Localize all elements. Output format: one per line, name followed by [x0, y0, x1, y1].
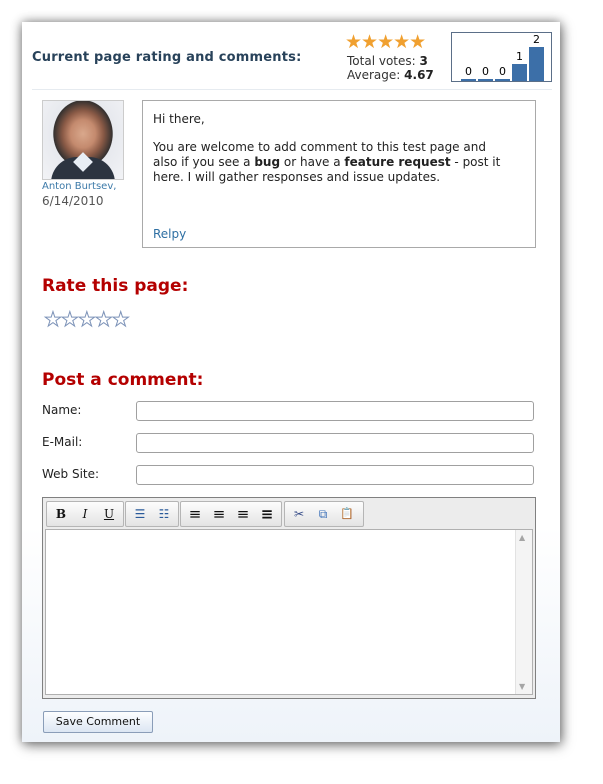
- website-field[interactable]: [136, 465, 534, 485]
- rating-header: Current page rating and comments: ★★★★★ …: [22, 22, 560, 90]
- bold-button[interactable]: B: [51, 505, 71, 523]
- align-left-icon[interactable]: ≡: [185, 505, 205, 523]
- align-group: ≡ ≡ ≡ ≡: [180, 501, 282, 527]
- underline-button[interactable]: U: [99, 505, 119, 523]
- comment-item: Anton Burtsev, 6/14/2010 Hi there, You a…: [32, 89, 552, 258]
- comment-text: You are welcome to add comment to this t…: [153, 140, 513, 185]
- scroll-down-icon[interactable]: ▼: [519, 682, 525, 691]
- name-field[interactable]: [136, 401, 534, 421]
- reply-link[interactable]: Relpy: [153, 227, 186, 241]
- histogram-bar: [512, 64, 527, 81]
- numbered-list-icon[interactable]: ☷: [154, 505, 174, 523]
- post-comment-title: Post a comment:: [42, 370, 204, 390]
- average-value: 4.67: [404, 68, 434, 82]
- comment-greeting: Hi there,: [153, 112, 205, 126]
- total-votes-value: 3: [419, 54, 428, 68]
- website-label: Web Site:: [42, 467, 100, 481]
- clipboard-group: ✂ ⧉ 📋: [284, 501, 364, 527]
- comment-text-part: or have a: [280, 155, 345, 169]
- cut-icon[interactable]: ✂: [289, 505, 309, 523]
- save-comment-button[interactable]: Save Comment: [43, 711, 153, 733]
- histogram-bar: [529, 47, 544, 81]
- textarea-scrollbar[interactable]: ▲ ▼: [515, 530, 532, 694]
- format-group: B I U: [46, 501, 124, 527]
- histogram-label: 0: [482, 65, 489, 78]
- comment-date: 6/14/2010: [42, 194, 104, 208]
- comment-body: Hi there, You are welcome to add comment…: [142, 100, 536, 248]
- name-label: Name:: [42, 403, 82, 417]
- avatar: [42, 100, 124, 180]
- justify-icon[interactable]: ≡: [257, 505, 277, 523]
- comments-panel: Current page rating and comments: ★★★★★ …: [22, 22, 560, 742]
- bulleted-list-icon[interactable]: ☰: [130, 505, 150, 523]
- rate-title: Rate this page:: [42, 276, 189, 296]
- histogram-label: 1: [516, 50, 523, 63]
- comment-bold-feature: feature request: [344, 155, 451, 169]
- rating-histogram: 00012: [451, 32, 552, 82]
- histogram-label: 0: [465, 65, 472, 78]
- email-label: E-Mail:: [42, 435, 83, 449]
- votes-summary: Total votes: 3 Average: 4.67: [347, 54, 434, 82]
- italic-button[interactable]: I: [75, 505, 95, 523]
- histogram-bar: [461, 79, 476, 81]
- histogram-bar: [478, 79, 493, 81]
- average-stars-icon: ★★★★★: [345, 31, 426, 53]
- rich-text-editor: B I U ☰ ☷ ≡ ≡ ≡ ≡ ✂ ⧉ 📋 ▲ ▼: [42, 497, 536, 699]
- align-center-icon[interactable]: ≡: [209, 505, 229, 523]
- comment-textarea[interactable]: ▲ ▼: [45, 529, 533, 695]
- comment-author[interactable]: Anton Burtsev,: [42, 181, 116, 192]
- total-votes-label: Total votes:: [347, 54, 416, 68]
- email-field[interactable]: [136, 433, 534, 453]
- histogram-bar: [495, 79, 510, 81]
- rate-stars-icon[interactable]: ★★★★★: [44, 309, 131, 330]
- align-right-icon[interactable]: ≡: [233, 505, 253, 523]
- scroll-up-icon[interactable]: ▲: [519, 533, 525, 542]
- paste-icon[interactable]: 📋: [337, 505, 357, 523]
- page-title: Current page rating and comments:: [32, 50, 302, 65]
- comment-bold-bug: bug: [254, 155, 281, 169]
- list-group: ☰ ☷: [125, 501, 179, 527]
- histogram-label: 0: [499, 65, 506, 78]
- average-label: Average:: [347, 68, 401, 82]
- histogram-label: 2: [533, 33, 540, 46]
- copy-icon[interactable]: ⧉: [313, 505, 333, 523]
